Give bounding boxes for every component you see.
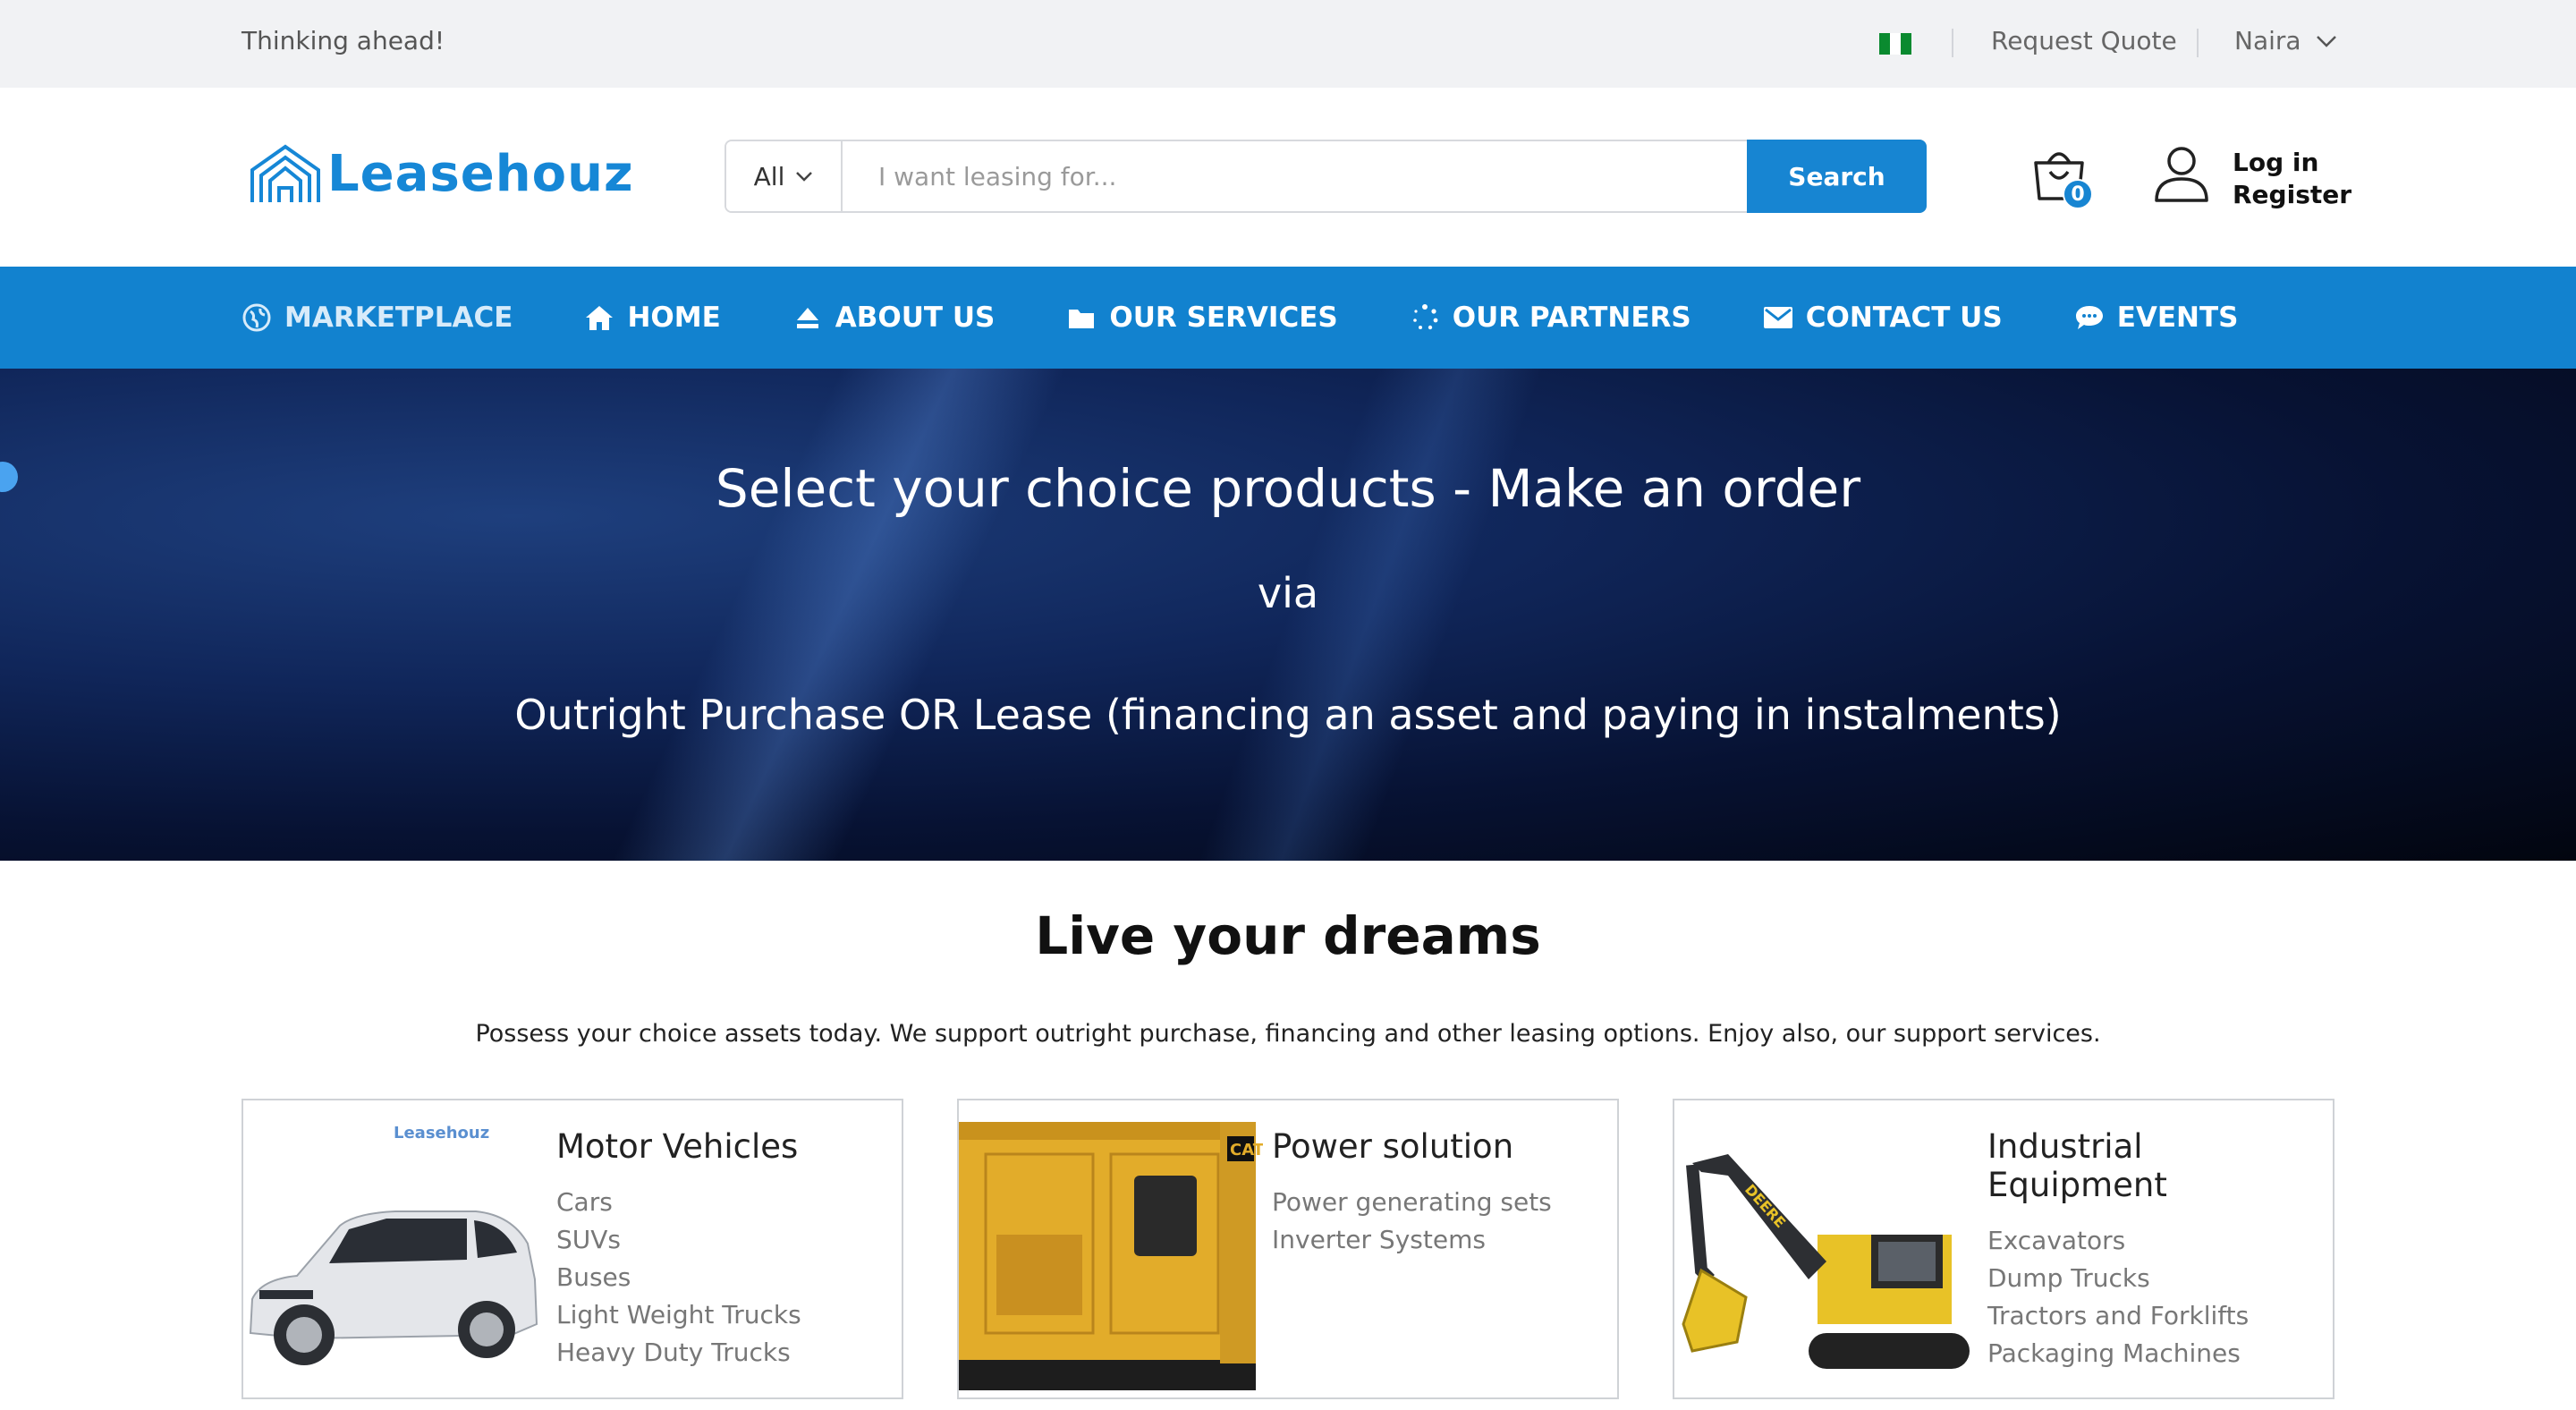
cart-button[interactable]: 0 [2030,143,2095,215]
auth-links: Log in Register [2233,147,2351,211]
category-select-label: All [753,161,785,191]
nav-item-our-services[interactable]: OUR SERVICES [1066,302,1338,334]
card-item-list: Power generating sets Inverter Systems [1272,1184,1552,1259]
logo[interactable]: Leasehouz [249,143,634,206]
list-item[interactable]: Cars [556,1184,801,1221]
nav-label: OUR SERVICES [1109,302,1338,334]
nav-label: MARKETPLACE [284,302,513,334]
nav-item-home[interactable]: HOME [584,302,721,334]
category-card-motor-vehicles[interactable]: Leasehouz Motor Vehicles Cars SUVs Buses… [242,1099,903,1399]
card-title[interactable]: Motor Vehicles [556,1127,801,1166]
chevron-down-icon [796,172,813,182]
currency-label: Naira [2234,26,2301,55]
house-logo-icon [250,144,320,202]
nav-label: CONTACT US [1805,302,2003,334]
category-card-industrial-equipment[interactable]: DEERE Industrial Equipment Excavators Du… [1673,1099,2334,1399]
envelope-icon [1763,302,1793,333]
list-item[interactable]: SUVs [556,1221,801,1259]
divider [1952,29,1953,57]
spinner-icon [1410,302,1440,333]
main-nav: MARKETPLACE HOME ABOUT US OUR SERVICES O… [0,267,2576,369]
nav-label: HOME [627,302,721,334]
currency-dropdown[interactable]: Naira [2234,26,2337,55]
excavator-image: DEERE [1682,1154,1970,1369]
globe-icon [242,302,272,333]
login-link[interactable]: Log in [2233,147,2351,179]
card-item-list: Cars SUVs Buses Light Weight Trucks Heav… [556,1184,801,1372]
category-select[interactable]: All [726,141,843,211]
chat-bubble-icon [2074,302,2105,333]
folder-icon [1066,302,1097,333]
section-title: Live your dreams [1035,905,1541,966]
site-header: Leasehouz All Search 0 Log in Register [0,88,2576,267]
search-button[interactable]: Search [1747,140,1927,213]
nav-label: EVENTS [2116,302,2239,334]
section-subtitle: Possess your choice assets today. We sup… [475,1020,2101,1048]
nav-label: OUR PARTNERS [1452,302,1691,334]
list-item[interactable]: Inverter Systems [1272,1221,1552,1259]
nav-label: ABOUT US [835,302,996,334]
user-icon[interactable] [2154,145,2209,202]
cat-badge: CAT [1230,1141,1263,1159]
nav-item-our-partners[interactable]: OUR PARTNERS [1410,302,1691,334]
home-icon [584,302,614,333]
category-card-power-solution[interactable]: CAT Power solution Power generating sets… [957,1099,1619,1399]
list-item[interactable]: Packaging Machines [1987,1335,2333,1372]
hero-banner: Select your choice products - Make an or… [0,369,2576,861]
list-item[interactable]: Dump Trucks [1987,1260,2333,1297]
hero-via: via [1257,569,1319,617]
deere-badge: DEERE [1741,1181,1789,1231]
list-item[interactable]: Excavators [1987,1222,2333,1260]
logo-text: Leasehouz [327,145,634,203]
nav-item-marketplace[interactable]: MARKETPLACE [242,302,513,334]
card-item-list: Excavators Dump Trucks Tractors and Fork… [1987,1222,2333,1372]
card-body: Power solution Power generating sets Inv… [1272,1127,1552,1259]
card-title[interactable]: Power solution [1272,1127,1552,1166]
list-item[interactable]: Buses [556,1259,801,1296]
tagline: Thinking ahead! [242,26,445,55]
top-bar: Thinking ahead! Request Quote Naira [0,0,2576,88]
nav-item-contact-us[interactable]: CONTACT US [1763,302,2003,334]
nigeria-flag-icon[interactable] [1879,33,1911,55]
card-body: Motor Vehicles Cars SUVs Buses Light Wei… [556,1127,801,1372]
list-item[interactable]: Light Weight Trucks [556,1296,801,1334]
register-link[interactable]: Register [2233,179,2351,211]
suv-image: Leasehouz [249,1124,538,1365]
card-body: Industrial Equipment Excavators Dump Tru… [1987,1127,2333,1372]
request-quote-link[interactable]: Request Quote [1991,26,2177,55]
nav-item-events[interactable]: EVENTS [2074,302,2239,334]
cart-count-badge: 0 [2063,179,2093,209]
list-item[interactable]: Power generating sets [1272,1184,1552,1221]
nav-item-about-us[interactable]: ABOUT US [792,302,996,334]
card-title[interactable]: Industrial Equipment [1987,1127,2333,1204]
eject-icon [792,302,823,333]
hero-headline: Select your choice products - Make an or… [715,458,1861,519]
list-item[interactable]: Heavy Duty Trucks [556,1334,801,1372]
list-item[interactable]: Tractors and Forklifts [1987,1297,2333,1335]
hero-subline: Outright Purchase OR Lease (financing an… [514,691,2062,739]
divider [2197,29,2199,57]
generator-image: CAT [959,1122,1263,1390]
logo-watermark: Leasehouz [394,1124,489,1142]
chevron-down-icon [2316,35,2336,47]
